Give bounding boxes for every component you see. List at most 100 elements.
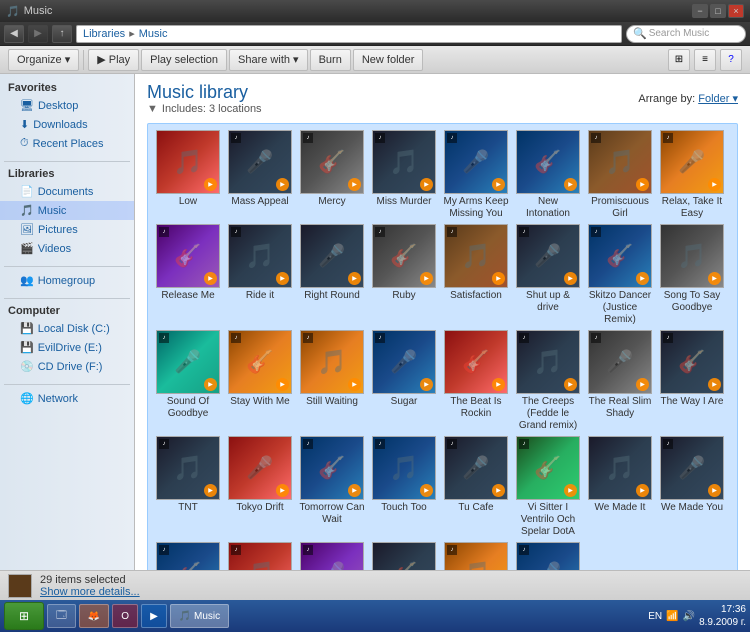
sidebar-item-downloads[interactable]: ⬇ Downloads <box>0 115 134 134</box>
status-thumbnail <box>8 574 32 598</box>
toolbar: Organize ▾ ▶ Play Play selection Share w… <box>0 46 750 74</box>
share-with-button[interactable]: Share with ▾ <box>229 49 308 71</box>
help-button[interactable]: ? <box>720 49 742 71</box>
album-item[interactable]: 🎤 ▶ Tokyo Drift <box>226 436 294 538</box>
sidebar-item-homegroup[interactable]: 👥 Homegroup <box>0 271 134 290</box>
play-selection-button[interactable]: Play selection <box>141 49 227 71</box>
album-item[interactable]: 🎸 ▶ You Don't Know <box>370 542 438 570</box>
sidebar-item-documents[interactable]: 📄 Documents <box>0 182 134 201</box>
sidebar-item-local-disk[interactable]: 💾 Local Disk (C:) <box>0 319 134 338</box>
burn-button[interactable]: Burn <box>310 49 351 71</box>
firefox-button[interactable]: 🦊 <box>79 604 109 628</box>
explorer-button[interactable]: 🎵 Music <box>170 604 229 628</box>
album-item[interactable]: 🎤 ♪ ▶ Песента <box>514 542 582 570</box>
winamp-button[interactable]: ▶ <box>141 604 167 628</box>
close-button[interactable]: × <box>728 4 744 18</box>
selected-albums-container: 🎵 ▶ Low 🎤 ♪ ▶ Mass Appeal 🎸 ♪ ▶ Mercy 🎵 <box>147 123 738 570</box>
title-bar: 🎵 Music − □ × <box>0 0 750 22</box>
album-item[interactable]: 🎤 ♪ ▶ YMCA <box>298 542 366 570</box>
album-item[interactable]: 🎸 ▶ New Intonation <box>514 130 582 220</box>
album-item[interactable]: 🎸 ♪ ▶ Mercy <box>298 130 366 220</box>
toolbar-right: ⊞ ≡ ? <box>668 49 742 71</box>
album-item[interactable]: 🎵 ▶ Low <box>154 130 222 220</box>
show-desktop-button[interactable]: 🗔 <box>47 604 76 628</box>
sidebar-item-evil-drive[interactable]: 💾 EvilDrive (E:) <box>0 338 134 357</box>
album-item[interactable]: 🎤 ♪ ▶ Relax, Take It Easy <box>658 130 726 220</box>
album-item[interactable]: 🎸 ♪ ▶ When Love Takes Over <box>154 542 222 570</box>
show-more-link[interactable]: Show more details... <box>40 586 140 598</box>
album-item[interactable]: 🎸 ♪ ▶ Tomorrow Can Wait <box>298 436 366 538</box>
address-path[interactable]: Libraries ▸ Music <box>76 25 622 43</box>
view-options-button[interactable]: ⊞ <box>668 49 690 71</box>
pictures-icon: 🖼 <box>20 223 34 236</box>
network-tray-icon: 📶 <box>666 611 678 622</box>
main-layout: Favorites 🖥 Desktop ⬇ Downloads ⏱ Recent… <box>0 74 750 570</box>
album-item[interactable]: 🎸 ♪ ▶ Ruby <box>370 224 438 326</box>
album-item[interactable]: 🎤 ♪ ▶ Shut up & drive <box>514 224 582 326</box>
album-item[interactable]: 🎤 ♪ ▶ We Made You <box>658 436 726 538</box>
album-item[interactable]: 🎵 ♪ ▶ Ride it <box>226 224 294 326</box>
arrange-by-value[interactable]: Folder ▾ <box>698 92 738 105</box>
sidebar-item-recent[interactable]: ⏱ Recent Places <box>0 134 134 153</box>
album-item[interactable]: 🎵 ♪ ▶ Still Waiting <box>298 330 366 432</box>
sidebar-item-network[interactable]: 🌐 Network <box>0 389 134 408</box>
search-box[interactable]: 🔍 Search Music <box>626 25 746 43</box>
cd-icon: 💿 <box>20 360 34 373</box>
tray-clock[interactable]: 17:36 8.9.2009 г. <box>699 603 746 629</box>
sidebar-homegroup: 👥 Homegroup <box>0 271 134 290</box>
album-item[interactable]: 🎵 ♪ ▶ Promiscuous Girl <box>586 130 654 220</box>
album-item[interactable]: 🎵 ♪ ▶ Womanizer <box>226 542 294 570</box>
album-item[interactable]: 🎵 ♪ ▶ Touch Too <box>370 436 438 538</box>
path-libraries[interactable]: Libraries <box>83 28 125 40</box>
sidebar-item-cd-drive[interactable]: 💿 CD Drive (F:) <box>0 357 134 376</box>
album-item[interactable]: 🎵 ♪ ▶ Satisfaction <box>442 224 510 326</box>
page-title: Music library <box>147 82 262 103</box>
organize-button[interactable]: Organize ▾ <box>8 49 79 71</box>
album-item[interactable]: 🎵 ▶ Song To Say Goodbye <box>658 224 726 326</box>
back-button[interactable]: ◀ <box>4 25 24 43</box>
forward-button[interactable]: ▶ <box>28 25 48 43</box>
album-item[interactable]: 🎤 ♪ ▶ Sound Of Goodbye <box>154 330 222 432</box>
volume-icon[interactable]: 🔊 <box>683 611 695 622</box>
details-pane-button[interactable]: ≡ <box>694 49 716 71</box>
opera-button[interactable]: O <box>112 604 138 628</box>
up-button[interactable]: ↑ <box>52 25 72 43</box>
album-item[interactable]: 🎸 ♪ ▶ Skitzo Dancer (Justice Remix) <box>586 224 654 326</box>
album-item[interactable]: 🎵 ♪ ▶ Гъзаре в Бургас <box>442 542 510 570</box>
album-item[interactable]: 🎤 ▶ Right Round <box>298 224 366 326</box>
album-item[interactable]: 🎸 ♪ ▶ The Way I Are <box>658 330 726 432</box>
album-item[interactable]: 🎤 ♪ ▶ Tu Cafe <box>442 436 510 538</box>
content-header: Music library ▼ Includes: 3 locations Ar… <box>147 82 738 115</box>
album-item[interactable]: 🎵 ♪ ▶ Miss Murder <box>370 130 438 220</box>
album-item[interactable]: 🎵 ▶ We Made It <box>586 436 654 538</box>
maximize-button[interactable]: □ <box>710 4 726 18</box>
tray-time-value: 17:36 <box>699 603 746 616</box>
album-item[interactable]: 🎤 ♪ ▶ The Real Slim Shady <box>586 330 654 432</box>
play-button[interactable]: ▶ Play <box>88 49 139 71</box>
minimize-button[interactable]: − <box>692 4 708 18</box>
disk-c-icon: 💾 <box>20 322 34 335</box>
sidebar-item-videos[interactable]: 🎬 Videos <box>0 239 134 258</box>
album-item[interactable]: 🎤 ♪ ▶ My Arms Keep Missing You <box>442 130 510 220</box>
sidebar-computer-header: Computer <box>0 303 134 319</box>
path-music[interactable]: Music <box>139 28 168 40</box>
album-item[interactable]: 🎸 ▶ The Beat Is Rockin <box>442 330 510 432</box>
album-item[interactable]: 🎸 ♪ ▶ Release Me <box>154 224 222 326</box>
sidebar-computer: Computer 💾 Local Disk (C:) 💾 EvilDrive (… <box>0 303 134 376</box>
album-item[interactable]: 🎸 ♪ ▶ Vi Sitter I Ventrilo Och Spelar Do… <box>514 436 582 538</box>
network-icon: 🌐 <box>20 392 34 405</box>
sidebar-item-pictures[interactable]: 🖼 Pictures <box>0 220 134 239</box>
sidebar-divider-1 <box>4 161 130 162</box>
sidebar-network: 🌐 Network <box>0 389 134 408</box>
album-item[interactable]: 🎸 ♪ ▶ Stay With Me <box>226 330 294 432</box>
album-item[interactable]: 🎤 ♪ ▶ Mass Appeal <box>226 130 294 220</box>
window-title: Music <box>24 5 53 17</box>
sidebar-item-music[interactable]: 🎵 Music <box>0 201 134 220</box>
tray-date-value: 8.9.2009 г. <box>699 616 746 629</box>
start-button[interactable]: ⊞ <box>4 602 44 630</box>
sidebar-item-desktop[interactable]: 🖥 Desktop <box>0 96 134 115</box>
new-folder-button[interactable]: New folder <box>353 49 424 71</box>
album-item[interactable]: 🎵 ♪ ▶ TNT <box>154 436 222 538</box>
album-item[interactable]: 🎤 ♪ ▶ Sugar <box>370 330 438 432</box>
album-item[interactable]: 🎵 ♪ ▶ The Creeps (Fedde le Grand remix) <box>514 330 582 432</box>
